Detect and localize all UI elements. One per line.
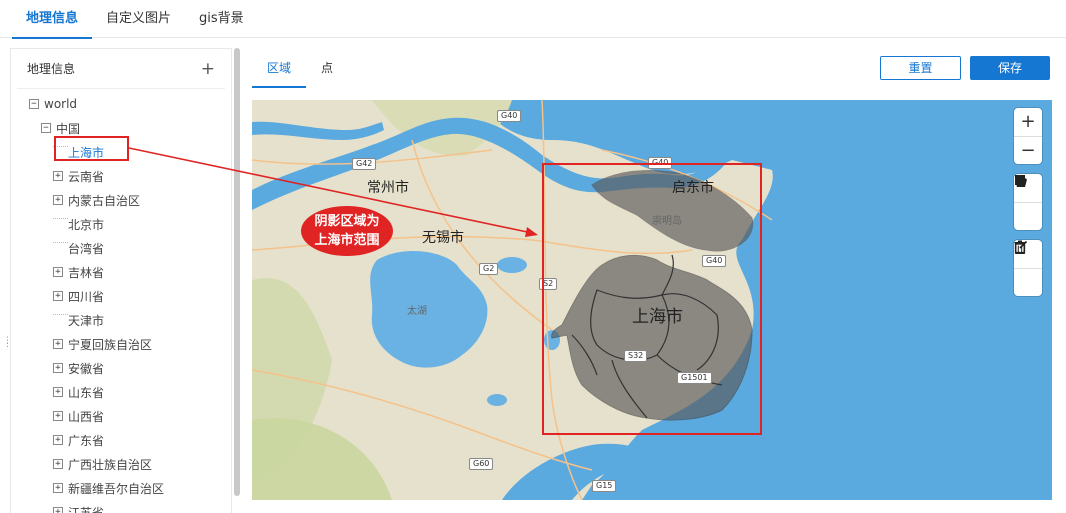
tree-node-label[interactable]: 台湾省 [68, 240, 104, 257]
tree-connector [53, 242, 68, 252]
square-icon [1015, 175, 1025, 185]
top-tab-bar: 地理信息 自定义图片 gis背景 [0, 0, 1066, 39]
zoom-in-button[interactable]: + [1014, 108, 1042, 136]
tree-node[interactable]: + 江苏省 [11, 500, 231, 513]
annotation-callout: 阴影区域为 上海市范围 [301, 206, 393, 256]
tree-node-label[interactable]: 安徽省 [68, 360, 104, 377]
tree-node[interactable]: + 内蒙古自治区 [11, 188, 231, 212]
road-shield: G2 [479, 263, 499, 275]
tree-node[interactable]: + 吉林省 [11, 260, 231, 284]
expand-icon[interactable]: + [53, 363, 63, 373]
map-view[interactable]: 常州市 无锡市 启东市 崇明岛 上海市 太湖 G40 G40 G40 G42 G… [252, 100, 1052, 500]
tree-node[interactable]: 北京市 [11, 212, 231, 236]
map-panel: 区域 点 重置 保存 常州市 无锡市 启东市 崇明岛 上海市 太湖 G40 G4… [242, 48, 1066, 513]
expand-icon[interactable]: + [53, 267, 63, 277]
expand-icon[interactable]: + [53, 459, 63, 469]
tree-node[interactable]: + 山西省 [11, 404, 231, 428]
callout-line-1: 阴影区域为 [314, 214, 380, 229]
zoom-control: + − [1014, 108, 1042, 164]
collapse-icon[interactable]: − [41, 123, 51, 133]
callout-line-2: 上海市范围 [314, 233, 380, 248]
tab-geo-info[interactable]: 地理信息 [12, 0, 93, 39]
road-shield: G40 [497, 110, 522, 122]
tab-point[interactable]: 点 [306, 48, 348, 88]
road-shield: G60 [469, 458, 494, 470]
tree-node[interactable]: 台湾省 [11, 236, 231, 260]
tree-node[interactable]: + 广西壮族自治区 [11, 452, 231, 476]
region-tabs: 区域 点 [252, 48, 348, 88]
road-shield: G42 [352, 158, 377, 170]
expand-icon[interactable]: + [53, 291, 63, 301]
tree-connector [53, 218, 68, 228]
expand-icon[interactable]: + [53, 387, 63, 397]
expand-icon[interactable]: + [53, 435, 63, 445]
add-icon[interactable]: + [201, 59, 215, 79]
expand-icon[interactable]: + [53, 507, 63, 513]
expand-icon[interactable]: + [53, 411, 63, 421]
tree-node[interactable]: + 广东省 [11, 428, 231, 452]
tree-node[interactable]: + 安徽省 [11, 356, 231, 380]
tree-node[interactable]: + 宁夏回族自治区 [11, 332, 231, 356]
tab-gis-background[interactable]: gis背景 [185, 0, 258, 38]
tree-node-label[interactable]: 天津市 [68, 312, 104, 329]
draw-control [1014, 174, 1042, 230]
tree-node[interactable]: + 四川省 [11, 284, 231, 308]
tree-node-label[interactable]: 宁夏回族自治区 [68, 336, 152, 353]
reset-button[interactable]: 重置 [880, 56, 961, 80]
tree-connector [53, 314, 68, 324]
tree-node-label[interactable]: 内蒙古自治区 [68, 192, 140, 209]
map-label-taihu: 太湖 [407, 306, 427, 317]
expand-icon[interactable]: + [53, 195, 63, 205]
save-button[interactable]: 保存 [970, 56, 1050, 80]
tree-title: 地理信息 [27, 62, 76, 76]
trash-icon [1014, 240, 1026, 254]
delete-shape-button[interactable] [1014, 240, 1042, 296]
geo-tree-panel: 地理信息 + − world − 中国 上海市 + 云南省 + 内蒙古自治区 北京市 台湾省 + 吉林省… [10, 48, 232, 513]
tree-node-label[interactable]: 北京市 [68, 216, 104, 233]
tree-node-label[interactable]: 云南省 [68, 168, 104, 185]
expand-icon[interactable]: + [53, 339, 63, 349]
road-shield: G15 [592, 480, 617, 492]
selected-node-highlight [54, 136, 129, 161]
tree-node-label[interactable]: 山西省 [68, 408, 104, 425]
map-label-wuxi: 无锡市 [422, 230, 464, 246]
tree-node-label[interactable]: world [44, 97, 77, 111]
tab-custom-image[interactable]: 自定义图片 [92, 0, 185, 38]
tree-node[interactable]: + 山东省 [11, 380, 231, 404]
collapse-icon[interactable]: − [29, 99, 39, 109]
tree-node[interactable]: − world [11, 92, 231, 116]
resize-grip-icon[interactable]: ⋮ ⋮ [3, 337, 12, 354]
tree-header: 地理信息 + [17, 49, 225, 89]
expand-icon[interactable]: + [53, 171, 63, 181]
tree-node[interactable]: + 云南省 [11, 164, 231, 188]
tree-node-label[interactable]: 新疆维吾尔自治区 [68, 480, 164, 497]
tree-node-label[interactable]: 山东省 [68, 384, 104, 401]
tree-scrollbar[interactable] [234, 48, 240, 496]
tree-node-label[interactable]: 吉林省 [68, 264, 104, 281]
tree-node-label[interactable]: 四川省 [68, 288, 104, 305]
edit-control [1014, 240, 1042, 296]
tree-node[interactable]: 天津市 [11, 308, 231, 332]
tree-node[interactable]: + 新疆维吾尔自治区 [11, 476, 231, 500]
tree-node-label[interactable]: 广东省 [68, 432, 104, 449]
tree-node-label[interactable]: 中国 [56, 120, 80, 137]
zoom-out-button[interactable]: − [1014, 136, 1042, 164]
map-label-changzhou: 常州市 [367, 180, 409, 196]
expand-icon[interactable]: + [53, 483, 63, 493]
tab-region[interactable]: 区域 [252, 48, 307, 88]
tree-node-label[interactable]: 广西壮族自治区 [68, 456, 152, 473]
tree-node-label[interactable]: 江苏省 [68, 504, 104, 513]
shanghai-highlight-box [542, 163, 762, 435]
draw-rectangle-button[interactable] [1014, 175, 1042, 230]
